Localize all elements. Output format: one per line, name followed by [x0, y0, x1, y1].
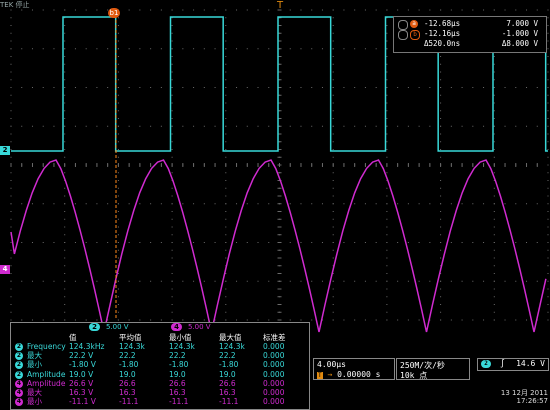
measurement-mean: 19.0	[119, 369, 136, 379]
ch2-ground-marker[interactable]: 2	[0, 146, 10, 155]
measurement-std: 0.000	[263, 369, 285, 379]
ch2-badge: 2	[89, 323, 100, 331]
measurement-channel-badge: 2	[15, 361, 23, 370]
measurement-name: Amplitude	[27, 369, 66, 379]
cursor-delta-time: Δ520.0ns	[424, 39, 461, 48]
ch2-scale[interactable]: 2 5.00 V	[89, 323, 149, 332]
cursor-row-delta: Δ520.0ns Δ8.000 V	[398, 39, 544, 49]
cursor-b-volt: -1.000 V	[501, 29, 538, 38]
time: 17:26:57	[516, 397, 548, 405]
measurement-mean: -1.80	[119, 360, 139, 370]
delay-T-icon: T	[317, 372, 323, 379]
timebase: 4.00μs	[317, 360, 346, 369]
status-text: TEK 停止	[0, 1, 30, 9]
trigger-slope-icon: ∫	[500, 359, 505, 368]
measurement-value: 19.0 V	[69, 369, 94, 379]
measurement-mean: -11.1	[119, 397, 139, 407]
ch4-waveform	[10, 159, 547, 333]
cursor-a-icon: a	[410, 20, 418, 28]
record-length: 10k 点	[400, 371, 428, 380]
ch4-scale-value: 5.00 V	[188, 323, 211, 331]
measurement-std: 0.000	[263, 360, 285, 370]
measurement-min: -1.80	[169, 360, 189, 370]
measurement-row[interactable]: 2 最小 -1.80 V -1.80 -1.80 -1.80 0.000	[11, 361, 309, 370]
cursor-a-time: -12.68μs	[424, 19, 461, 28]
acquisition-info[interactable]: 250M/次/秒 10k 点	[396, 358, 470, 380]
trigger-position-marker: T	[277, 0, 284, 11]
measurement-channel-badge: 4	[15, 398, 23, 407]
cursor-readout: a -12.68μs 7.000 V b -12.16μs -1.000 V Δ…	[393, 16, 547, 53]
ch4-ground-marker[interactable]: 4	[0, 265, 10, 274]
delay-arrow-icon: →	[327, 370, 333, 379]
measurement-name: 最小	[27, 397, 42, 407]
cursor-row-b: b -12.16μs -1.000 V	[398, 29, 544, 40]
measurement-channel-badge: 4	[15, 379, 23, 388]
delay-row: T → 0.00000 s	[317, 370, 380, 379]
measurement-std: 0.000	[263, 397, 285, 407]
oscilloscope-screen: TEK 停止 b1 T 2 4 a -12.68μs 7.000 V b -12…	[0, 0, 550, 410]
measurement-min: 19.0	[169, 369, 186, 379]
measurement-value: -11.1 V	[69, 397, 96, 407]
ch4-scale[interactable]: 4 5.00 V	[171, 323, 231, 332]
measurement-channel-badge: 4	[15, 389, 23, 397]
cursor-a-volt: 7.000 V	[506, 19, 538, 28]
measurement-channel-badge: 2	[15, 343, 23, 351]
trigger-level: 14.6 V	[516, 359, 545, 368]
ch2-scale-value: 5.00 V	[106, 323, 129, 331]
cursor-b-time: -12.16μs	[424, 29, 461, 38]
measurement-value: -1.80 V	[69, 360, 96, 370]
cursor-row-a: a -12.68μs 7.000 V	[398, 19, 544, 30]
measurement-name: 最小	[27, 360, 42, 370]
measurement-channel-badge: 2	[15, 370, 23, 379]
date: 13 12月 2011	[500, 389, 548, 397]
datetime: 13 12月 2011 17:26:57	[500, 389, 548, 405]
measurement-channel-badge: 2	[15, 352, 23, 361]
measurement-min: -11.1	[169, 397, 189, 407]
measurement-max: -11.1	[219, 397, 239, 407]
measurement-row[interactable]: 2 Amplitude 19.0 V 19.0 19.0 19.0 0.000	[11, 369, 309, 380]
ch4-badge: 4	[171, 323, 182, 331]
measurement-panel: 2 5.00 V 4 5.00 V 值平均值 最小值 最大值 标准差 2 Frequency 1…	[10, 322, 310, 410]
measurement-max: 19.0	[219, 369, 236, 379]
trigger-channel-badge: 2	[481, 360, 491, 368]
cursor-delta-volt: Δ8.000 V	[501, 39, 538, 48]
measurement-max: -1.80	[219, 360, 239, 370]
delay-value: 0.00000 s	[337, 370, 381, 379]
trigger-info[interactable]: 2 ∫ 14.6 V	[477, 358, 549, 371]
trigger-marker-top: b1	[108, 8, 120, 18]
horizontal-info[interactable]: 4.00μs T → 0.00000 s	[313, 358, 395, 380]
measurement-row[interactable]: 4 最小 -11.1 V -11.1 -11.1 -11.1 0.000	[11, 398, 309, 407]
